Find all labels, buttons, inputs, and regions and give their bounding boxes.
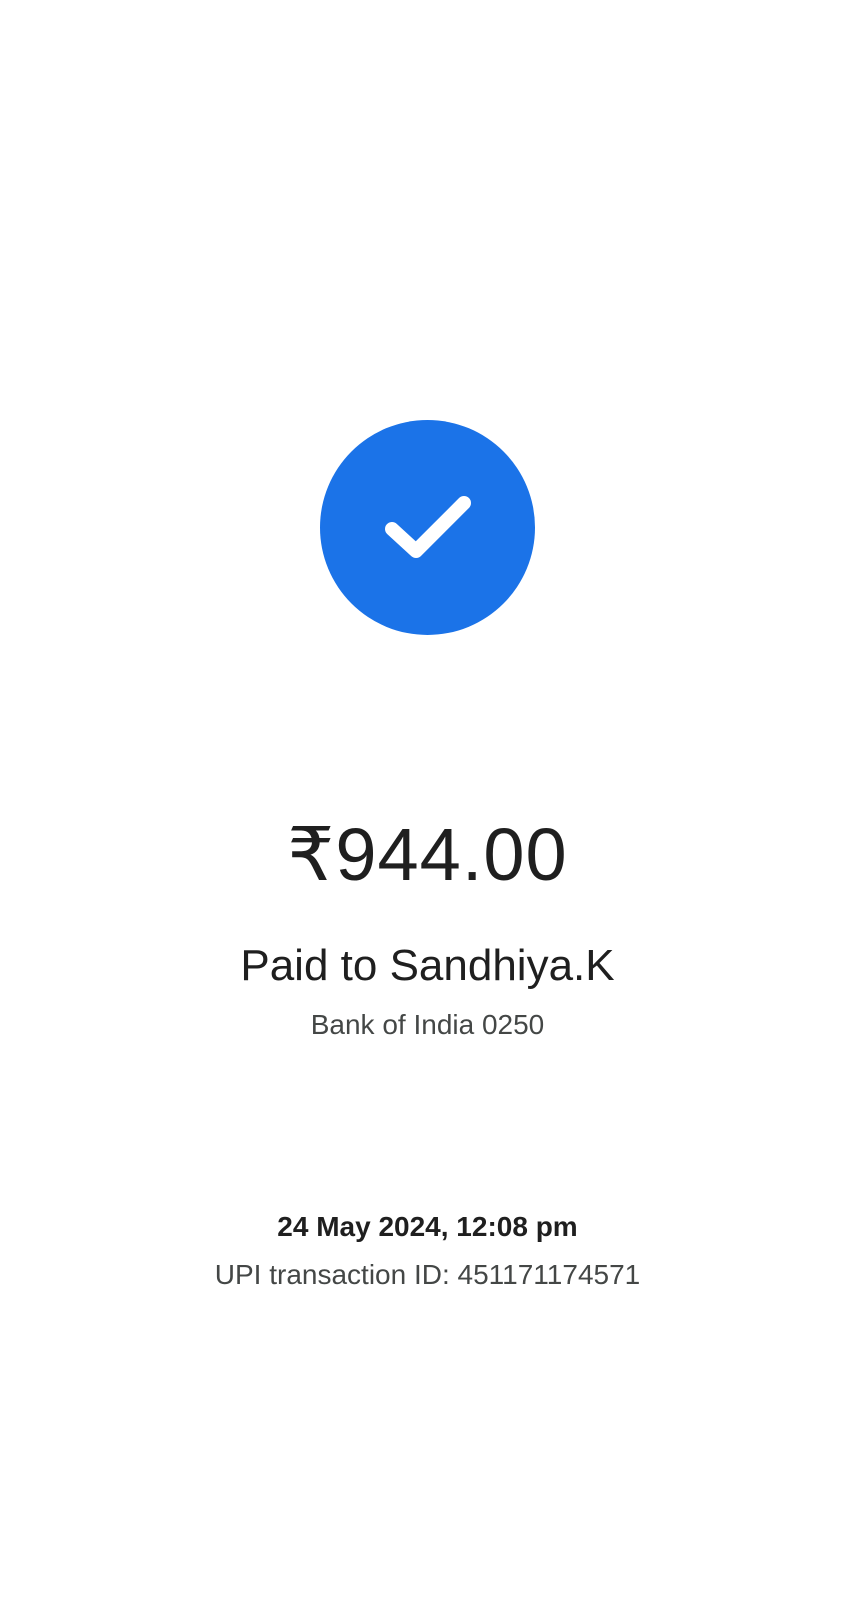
- transaction-id: UPI transaction ID: 451171174571: [214, 1259, 641, 1290]
- payee-name: Paid to Sandhiya.K: [240, 941, 615, 990]
- bank-account: Bank of India 0250: [310, 1009, 545, 1040]
- check-icon: [384, 495, 471, 558]
- payment-amount: ₹944.00: [287, 813, 568, 896]
- transaction-datetime: 24 May 2024, 12:08 pm: [277, 1211, 578, 1242]
- success-badge: [320, 420, 535, 635]
